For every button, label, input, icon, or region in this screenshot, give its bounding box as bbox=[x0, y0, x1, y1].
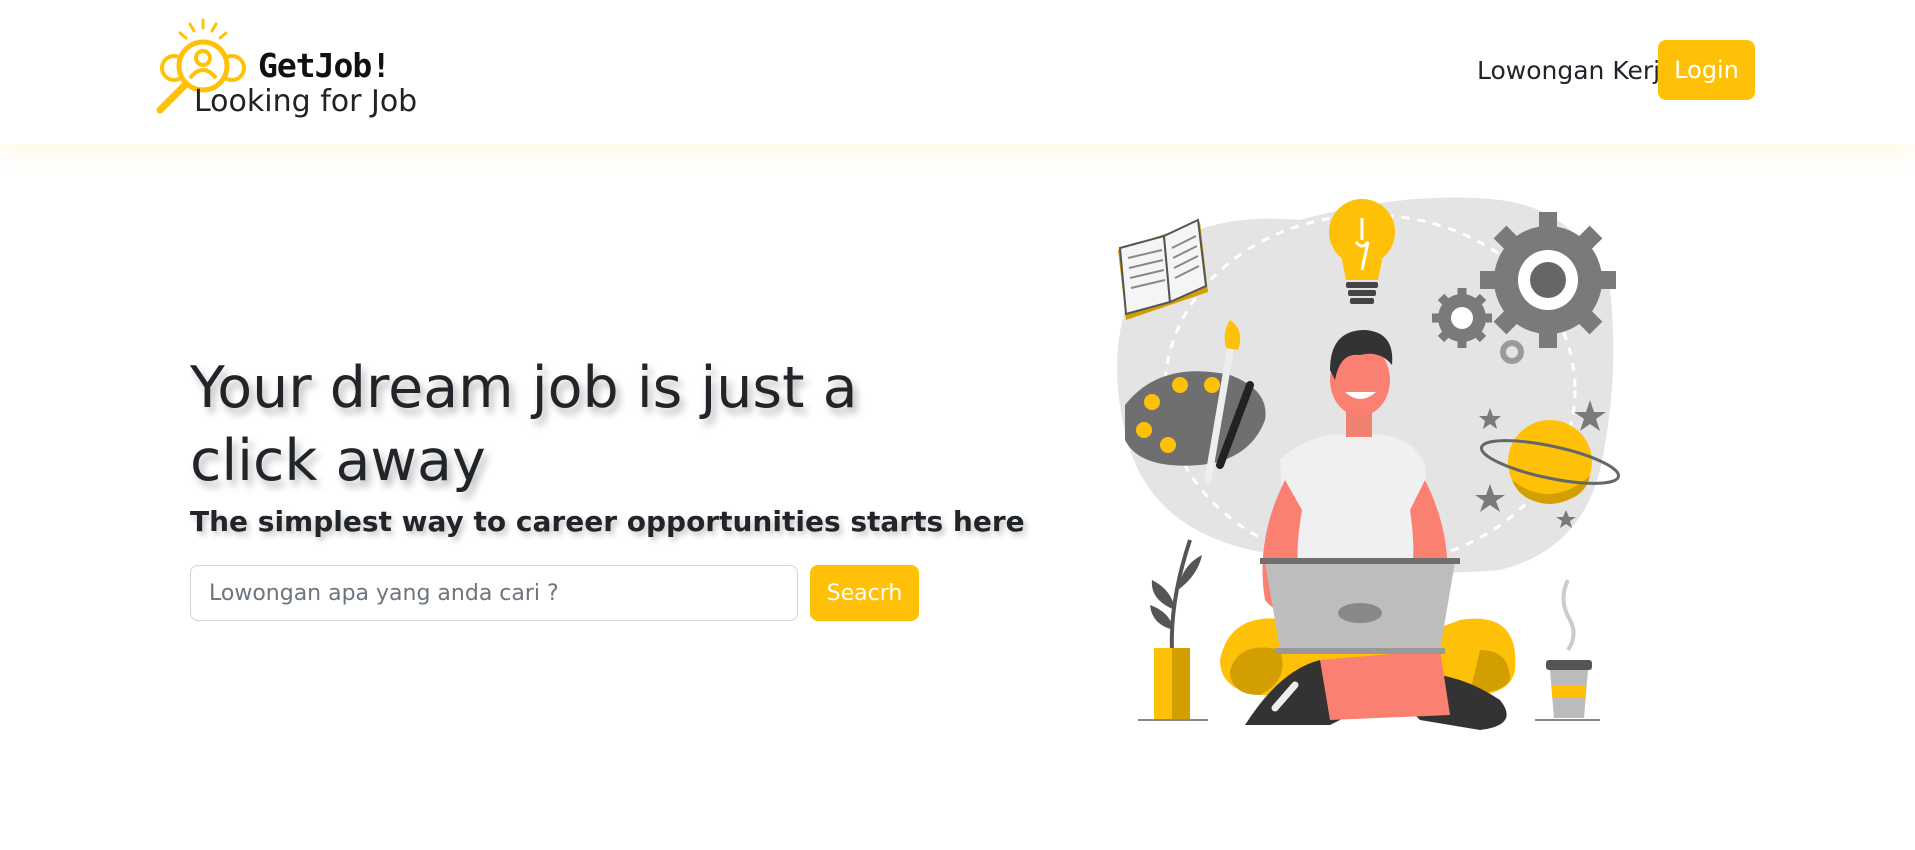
plant-icon bbox=[1138, 539, 1208, 721]
nav-link-lowongan-kerja[interactable]: Lowongan Kerja bbox=[1477, 56, 1675, 85]
login-button[interactable]: Login bbox=[1658, 40, 1755, 100]
hero-title: Your dream job is just a click away bbox=[190, 355, 858, 494]
job-search-input[interactable] bbox=[190, 565, 798, 621]
hero-subtitle: The simplest way to career opportunities… bbox=[190, 505, 1025, 538]
brand-name: GetJob! bbox=[258, 46, 391, 85]
brand-logo[interactable]: GetJob! Looking for Job bbox=[150, 16, 430, 126]
freelancer-illustration bbox=[1117, 197, 1621, 730]
coffee-cup-icon bbox=[1535, 579, 1600, 721]
navbar: GetJob! Looking for Job Lowongan Kerja L… bbox=[0, 0, 1915, 144]
brand-tagline: Looking for Job bbox=[194, 84, 418, 119]
search-button[interactable]: Seacrh bbox=[810, 565, 919, 621]
